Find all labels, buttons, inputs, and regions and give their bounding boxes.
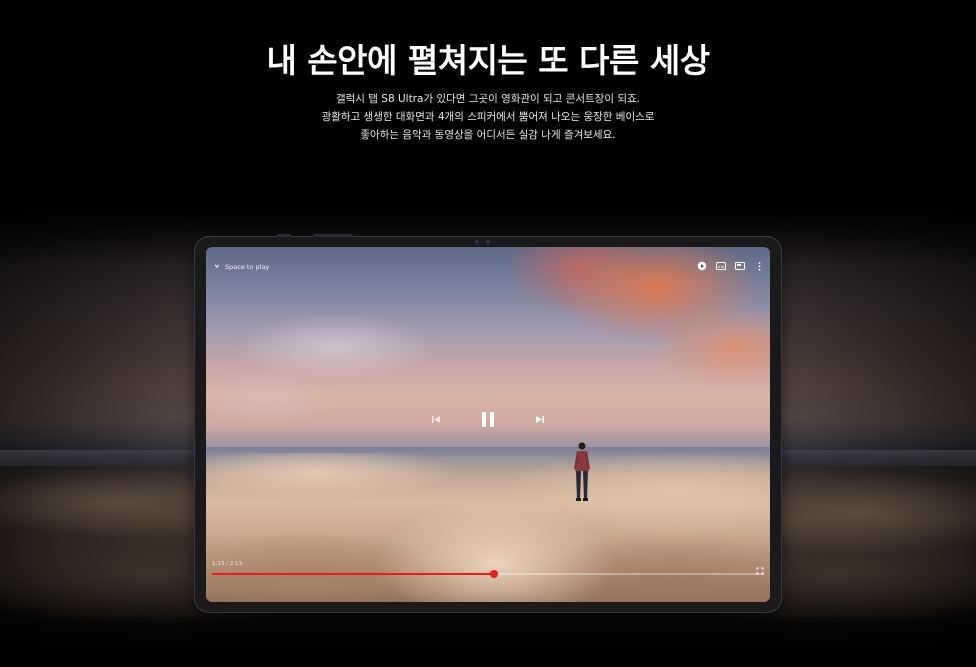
page: 내 손안에 펼쳐지는 또 다른 세상 갤럭시 탭 S8 Ultra가 있다면 그… [0,0,976,667]
person-figure [574,442,590,501]
tablet-device: Space to play 1:13 / 2:13 [195,234,781,612]
video-title: Space to play [225,263,270,271]
skip-next-icon[interactable] [535,415,545,424]
chevron-down-icon[interactable] [214,263,220,271]
player-toolbar [697,261,764,271]
pause-icon[interactable] [481,411,495,428]
description: 갤럭시 탭 S8 Ultra가 있다면 그곳이 영화관이 되고 콘서트장이 되죠… [0,90,976,144]
progress-bar-fill [212,573,494,575]
video-sunset-clouds [456,247,770,437]
front-sensor [486,240,490,244]
fullscreen-icon[interactable] [756,560,764,575]
description-line-1: 갤럭시 탭 S8 Ultra가 있다면 그곳이 영화관이 되고 콘서트장이 되죠… [335,93,641,105]
captions-icon[interactable] [716,261,726,271]
tablet-volume-button [313,234,353,237]
video-player[interactable]: Space to play 1:13 / 2:13 [206,247,770,602]
skip-previous-icon[interactable] [431,415,441,424]
front-camera [475,240,479,244]
progress-bar[interactable] [212,570,764,578]
playback-controls [206,411,770,428]
more-vertical-icon[interactable] [754,261,764,271]
page-title: 내 손안에 펼쳐지는 또 다른 세상 [266,41,710,80]
video-dunes [206,453,770,602]
tablet-side-button [277,234,291,237]
autoplay-toggle-icon[interactable] [697,261,707,271]
playback-time: 1:13 / 2:13 [212,561,243,567]
description-line-2: 광활하고 생생한 대화면과 4개의 스피커에서 뿜어져 나오는 웅장한 베이스로 [321,111,655,123]
progress-scrubber-handle[interactable] [489,570,498,578]
player-title-bar: Space to play [214,263,269,271]
cast-icon[interactable] [735,261,745,271]
video-clouds [206,287,486,427]
camera-notch [461,237,505,246]
description-line-3: 좋아하는 음악과 동영상을 어디서든 실감 나게 즐겨보세요. [360,129,616,141]
